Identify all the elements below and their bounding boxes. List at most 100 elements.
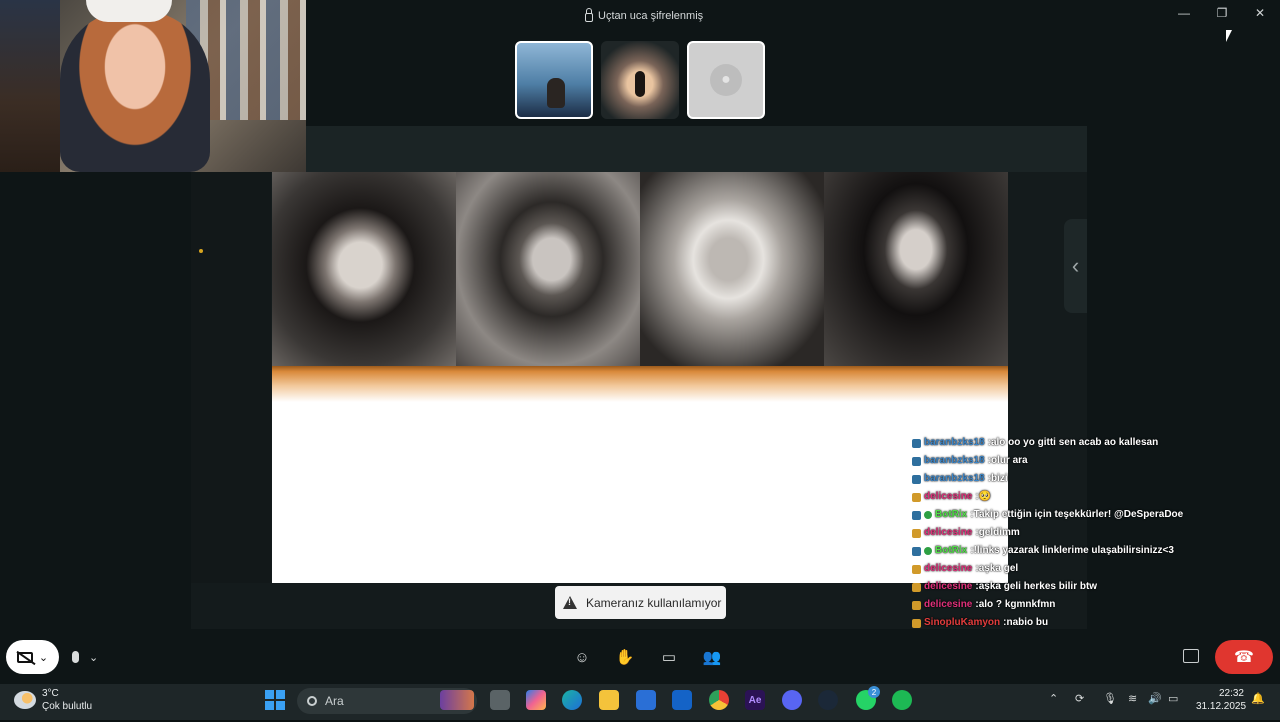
chat-username[interactable]: delicesine	[924, 560, 972, 578]
camera-options-chevron[interactable]: ⌄	[39, 651, 48, 664]
shared-photo-strip	[272, 172, 1008, 366]
indicator-dot	[199, 249, 203, 253]
chat-username[interactable]: baranbzks18	[924, 434, 985, 452]
volume-icon[interactable]: 🔊	[1148, 692, 1162, 705]
camera-off-icon	[16, 651, 33, 663]
spotify-icon[interactable]	[892, 690, 912, 710]
chat-message: delicesine: aşka geli herkes bilir btw	[912, 578, 1212, 596]
search-icon	[307, 696, 317, 706]
lock-icon	[585, 7, 593, 22]
chat-message: baranbzks18: olur ara	[912, 452, 1212, 470]
after-effects-icon[interactable]: Ae	[745, 690, 765, 710]
collapse-panel-button[interactable]: ‹	[1064, 219, 1087, 313]
microphone-tray-icon[interactable]: 🎙	[1103, 692, 1117, 705]
maximize-button[interactable]: ❐	[1208, 4, 1236, 22]
chevron-left-icon: ‹	[1071, 253, 1080, 278]
emoji-button[interactable]: ☺	[572, 647, 592, 667]
toast-text: Kameranız kullanılamıyor	[586, 595, 722, 610]
chat-text: alo ? kgmnkfmn	[978, 599, 1056, 610]
mouse-cursor-icon	[1226, 30, 1232, 42]
stage-strip	[306, 126, 1087, 172]
subscriber-badge-icon	[912, 582, 921, 592]
encryption-status: Uçtan uca şifrelenmiş	[585, 7, 704, 22]
chat-username[interactable]: baranbzks18	[924, 470, 985, 488]
cloudy-weather-icon	[14, 691, 36, 709]
participants-button[interactable]: 👥	[702, 647, 722, 667]
steam-icon[interactable]	[818, 690, 838, 710]
subscriber-badge-icon	[912, 492, 921, 502]
chat-username[interactable]: delicesine	[924, 596, 972, 614]
moderator-badge-icon	[912, 510, 921, 520]
verified-badge-icon	[924, 511, 932, 519]
camera-warning-toast: Kameranız kullanılamıyor	[555, 586, 726, 619]
chat-username[interactable]: baranbzks18	[924, 452, 985, 470]
minimize-button[interactable]: —	[1170, 4, 1198, 22]
self-camera-preview[interactable]	[0, 0, 306, 172]
call-controls-bar	[0, 629, 1280, 684]
participant-thumbnail[interactable]: ●	[687, 41, 765, 119]
weather-description: Çok bulutlu	[42, 701, 93, 712]
moderator-badge-icon	[912, 474, 921, 484]
raise-hand-button[interactable]: ✋	[615, 647, 635, 667]
subscriber-badge-icon	[912, 600, 921, 610]
microsoft-store-icon[interactable]	[636, 690, 656, 710]
moderator-badge-icon	[912, 456, 921, 466]
chat-message: baranbzks18: bizi	[912, 470, 1212, 488]
search-placeholder: Ara	[325, 694, 344, 708]
whatsapp-notification-badge: 2	[868, 686, 880, 698]
notifications-icon[interactable]: 🔔	[1251, 692, 1265, 705]
chat-username[interactable]: delicesine	[924, 524, 972, 542]
chat-username[interactable]: BotRix	[935, 506, 967, 524]
warning-icon	[563, 596, 577, 609]
shared-content-area	[272, 402, 1008, 583]
weather-temperature: 3°C	[42, 688, 59, 699]
microphone-options-chevron[interactable]: ⌄	[89, 651, 98, 664]
system-clock[interactable]: 22:32 31.12.2025	[1196, 687, 1247, 713]
battery-icon[interactable]: ▭	[1168, 692, 1178, 705]
weather-widget[interactable]: 3°C Çok bulutlu	[14, 687, 92, 713]
microphone-toggle-button[interactable]: ⌄	[72, 645, 116, 669]
minimize-icon: —	[1178, 6, 1190, 20]
file-explorer-icon[interactable]	[599, 690, 619, 710]
participant-thumbnail[interactable]	[601, 41, 679, 119]
chrome-browser-icon[interactable]	[709, 690, 729, 710]
widgets-icon[interactable]	[440, 690, 474, 710]
microphone-icon	[72, 651, 79, 663]
selfcam-background-left	[0, 0, 60, 172]
selfcam-hat	[86, 0, 172, 22]
close-button[interactable]: ✕	[1246, 4, 1274, 22]
wifi-icon[interactable]: ≋	[1128, 692, 1137, 705]
copilot-icon[interactable]	[526, 690, 546, 710]
chat-username[interactable]: delicesine	[924, 488, 972, 506]
windows-logo-icon	[265, 690, 274, 699]
clock-date: 31.12.2025	[1196, 701, 1247, 712]
chat-text: bizi	[990, 473, 1008, 484]
chat-message: BotRix: Takip ettiğin için teşekkürler! …	[912, 506, 1212, 524]
screen-share-button[interactable]: ▭	[659, 647, 679, 667]
raise-hand-icon: ✋	[615, 649, 635, 666]
chat-text: olur ara	[990, 455, 1028, 466]
chat-username[interactable]: delicesine	[924, 578, 972, 596]
screen-share-icon: ▭	[661, 649, 677, 666]
person-icon: ●	[710, 64, 742, 96]
tray-overflow-chevron-icon[interactable]: ⌃	[1049, 692, 1058, 705]
discord-icon[interactable]	[782, 690, 802, 710]
camera-toggle-button[interactable]: ⌄	[6, 640, 59, 674]
outlook-icon[interactable]	[672, 690, 692, 710]
participant-thumbnail[interactable]	[515, 41, 593, 119]
chat-message: delicesine: 🥺	[912, 488, 1212, 506]
call-window: Uçtan uca şifrelenmiş — ❐ ✕ ● ‹ Kameranı…	[0, 0, 1280, 718]
layout-icon[interactable]	[1183, 649, 1199, 663]
close-icon: ✕	[1254, 6, 1266, 20]
shared-photo	[824, 172, 1008, 366]
chat-text: !links yazarak linklerime ulaşabilirsini…	[973, 545, 1174, 556]
end-call-button[interactable]: ☎	[1215, 640, 1273, 674]
chat-username[interactable]: BotRix	[935, 542, 967, 560]
edge-browser-icon[interactable]	[562, 690, 582, 710]
participants-icon: 👥	[702, 649, 722, 666]
sync-icon[interactable]: ⟳	[1075, 692, 1084, 705]
chat-text: aşka geli herkes bilir btw	[978, 581, 1098, 592]
windows-start-button[interactable]	[265, 690, 285, 710]
encryption-label: Uçtan uca şifrelenmiş	[598, 10, 704, 22]
task-view-icon[interactable]	[490, 690, 510, 710]
